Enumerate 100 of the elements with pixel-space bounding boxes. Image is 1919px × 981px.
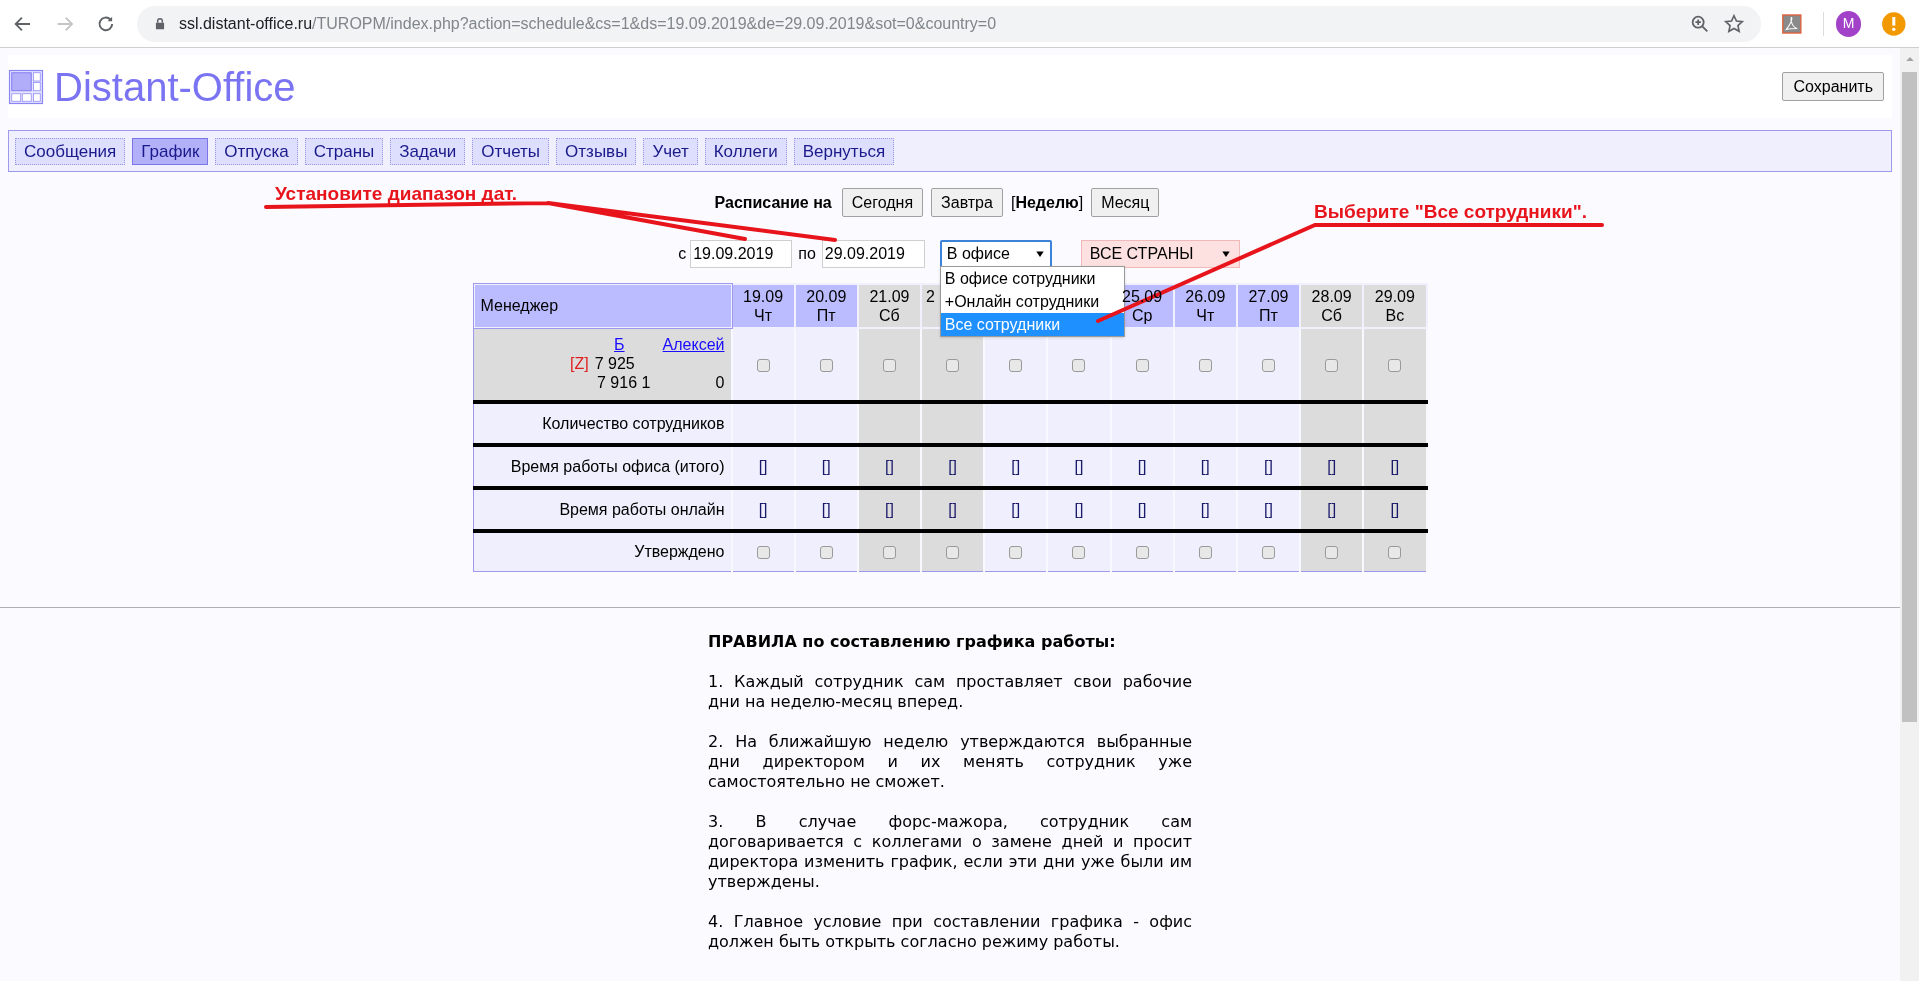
rule-text: 3. В случае форс-мажора, сотрудник сам договаривается с коллегами о замене дней и просит директора изменить график, если эти дни уже были им утверждены. [708, 811, 1192, 892]
hours-value: [] [1137, 500, 1147, 518]
save-button[interactable]: Сохранить [1782, 72, 1884, 101]
checkbox[interactable] [882, 358, 896, 372]
pdf-icon[interactable] [1781, 12, 1803, 35]
checkbox[interactable] [1009, 546, 1023, 559]
avatar[interactable]: M [1835, 10, 1862, 37]
hours-value: [] [758, 500, 768, 518]
phone-number: 7 916 1 [597, 373, 651, 392]
column-day: Сб [858, 306, 920, 325]
checkbox[interactable] [1388, 358, 1402, 372]
period-button[interactable]: Сегодня [841, 188, 924, 217]
hours-value: [] [948, 500, 958, 518]
checkbox[interactable] [1072, 546, 1086, 559]
checkbox[interactable] [756, 546, 770, 559]
name-link[interactable]: Алексей [662, 335, 725, 354]
checkbox[interactable] [819, 546, 833, 559]
hours-value: [] [1200, 457, 1210, 475]
row-label: Количество сотрудников [473, 402, 732, 445]
nav-tab[interactable]: Учет [643, 137, 698, 165]
scrollbar-thumb[interactable] [1902, 72, 1917, 722]
nav-tab[interactable]: Сообщения [15, 137, 126, 165]
hours-value: [] [1264, 457, 1273, 475]
checkbox[interactable] [819, 358, 833, 372]
date-field[interactable]: 19.09.2019 [690, 240, 793, 268]
checkbox[interactable] [946, 546, 960, 559]
checkbox[interactable] [1198, 546, 1212, 559]
checkbox[interactable] [1261, 546, 1275, 559]
to-label: по [798, 244, 816, 264]
hours-value: [] [1327, 500, 1337, 518]
column-date: 21.09 [869, 287, 910, 306]
checkbox[interactable] [1325, 546, 1339, 559]
nav-tab[interactable]: Коллеги [704, 137, 787, 165]
nav-tab[interactable]: График [132, 137, 209, 165]
period-button[interactable]: Завтра [931, 188, 1003, 217]
hours-value: [] [948, 457, 958, 475]
column-date: 20.09 [806, 287, 847, 306]
column-date: 27.09 [1248, 287, 1289, 306]
checkbox[interactable] [1009, 358, 1023, 372]
column-day: Сб [1301, 306, 1363, 325]
checkbox[interactable] [756, 358, 770, 372]
phone-number: 7 925 [594, 354, 635, 373]
from-label: с [678, 244, 687, 264]
checkbox[interactable] [882, 546, 896, 559]
row-label: Утверждено [473, 531, 732, 571]
checkbox[interactable] [1325, 358, 1339, 372]
nav-tab[interactable]: Отпуска [215, 137, 298, 165]
hours-value: [] [1390, 500, 1400, 518]
schedule-label: Расписание на [714, 192, 832, 213]
column-date: 26.09 [1185, 287, 1226, 306]
rule-text: 1. Каждый сотрудник сам проставляет свои рабочие дни на неделю-месяц вперед. [708, 671, 1192, 712]
address-bar[interactable]: ssl.distant-office.ru/TUROPM/index.php?action=schedule&cs=1&ds=19.09.2019&de=29.09.2019&sot=0&country=0 [136, 5, 1762, 42]
checkbox[interactable] [1135, 546, 1149, 559]
row-label: Время работы онлайн [473, 488, 732, 531]
hours-value: [] [1011, 457, 1021, 475]
nav-tab[interactable]: Страны [304, 137, 384, 165]
nav-tab[interactable]: Вернуться [793, 137, 895, 165]
employee-tag: [Z] [570, 354, 589, 373]
hours-value: [] [1137, 457, 1147, 475]
nav-tab[interactable]: Отчеты [472, 137, 550, 165]
url-text: ssl.distant-office.ru/TUROPM/index.php?action=schedule&cs=1&ds=19.09.2019&de=29.09.2019&sot=0&country=0 [178, 13, 998, 34]
column-day: Вс [1364, 306, 1426, 325]
rule-text: 2. На ближайшую неделю утверждаются выбранные дни директором и их менять сотрудник уже самостоятельно не сможет. [708, 731, 1192, 792]
date-field[interactable]: 29.09.2019 [821, 240, 925, 268]
nav-tab[interactable]: Задачи [390, 137, 466, 165]
star-icon[interactable] [1723, 12, 1746, 35]
hours-value: [] [885, 500, 894, 518]
nav-tab[interactable]: Отзывы [556, 137, 637, 165]
scroll-up-icon[interactable] [1904, 54, 1915, 64]
rule-text: 4. Главное условие при составлении графика - офис должен быть открыть согласно режиму работы. [708, 911, 1192, 952]
hours-value: [] [758, 457, 768, 475]
hours-value: [] [821, 500, 831, 518]
checkbox[interactable] [1198, 358, 1212, 372]
column-day: Пт [795, 306, 857, 325]
hours-value: [] [1200, 500, 1210, 518]
column-date: 28.09 [1311, 287, 1352, 306]
annotation-text: Установите диапазон дат. [275, 182, 518, 206]
rules-title: ПРАВИЛА по составлению графика работы: [708, 631, 1117, 652]
annotation-text: Выберите "Все сотрудники". [1314, 200, 1587, 224]
hours-value: [] [821, 457, 831, 475]
current-period: [Неделю] [1010, 192, 1084, 213]
period-button[interactable]: Месяц [1091, 188, 1160, 217]
employee-select[interactable]: В офисе [939, 240, 1052, 268]
alert-icon[interactable] [1881, 10, 1908, 37]
column-day: Пт [1237, 306, 1300, 325]
name-link[interactable]: Б [614, 335, 625, 354]
dropdown-option[interactable]: В офисе сотрудники [940, 267, 1124, 290]
row-label: Время работы офиса (итого) [473, 445, 732, 488]
checkbox[interactable] [946, 358, 960, 372]
column-day: Чт [732, 306, 794, 325]
checkbox[interactable] [1388, 546, 1402, 559]
country-select[interactable]: ВСЕ СТРАНЫ [1080, 240, 1240, 268]
checkbox[interactable] [1261, 358, 1275, 372]
checkbox[interactable] [1072, 358, 1086, 372]
checkbox[interactable] [1135, 358, 1149, 372]
site-title: Distant-Office [54, 66, 296, 107]
caret-icon [1220, 249, 1231, 259]
caret-icon [1034, 249, 1045, 259]
column-date: 2 [926, 287, 935, 306]
hours-value: [] [1390, 457, 1400, 475]
